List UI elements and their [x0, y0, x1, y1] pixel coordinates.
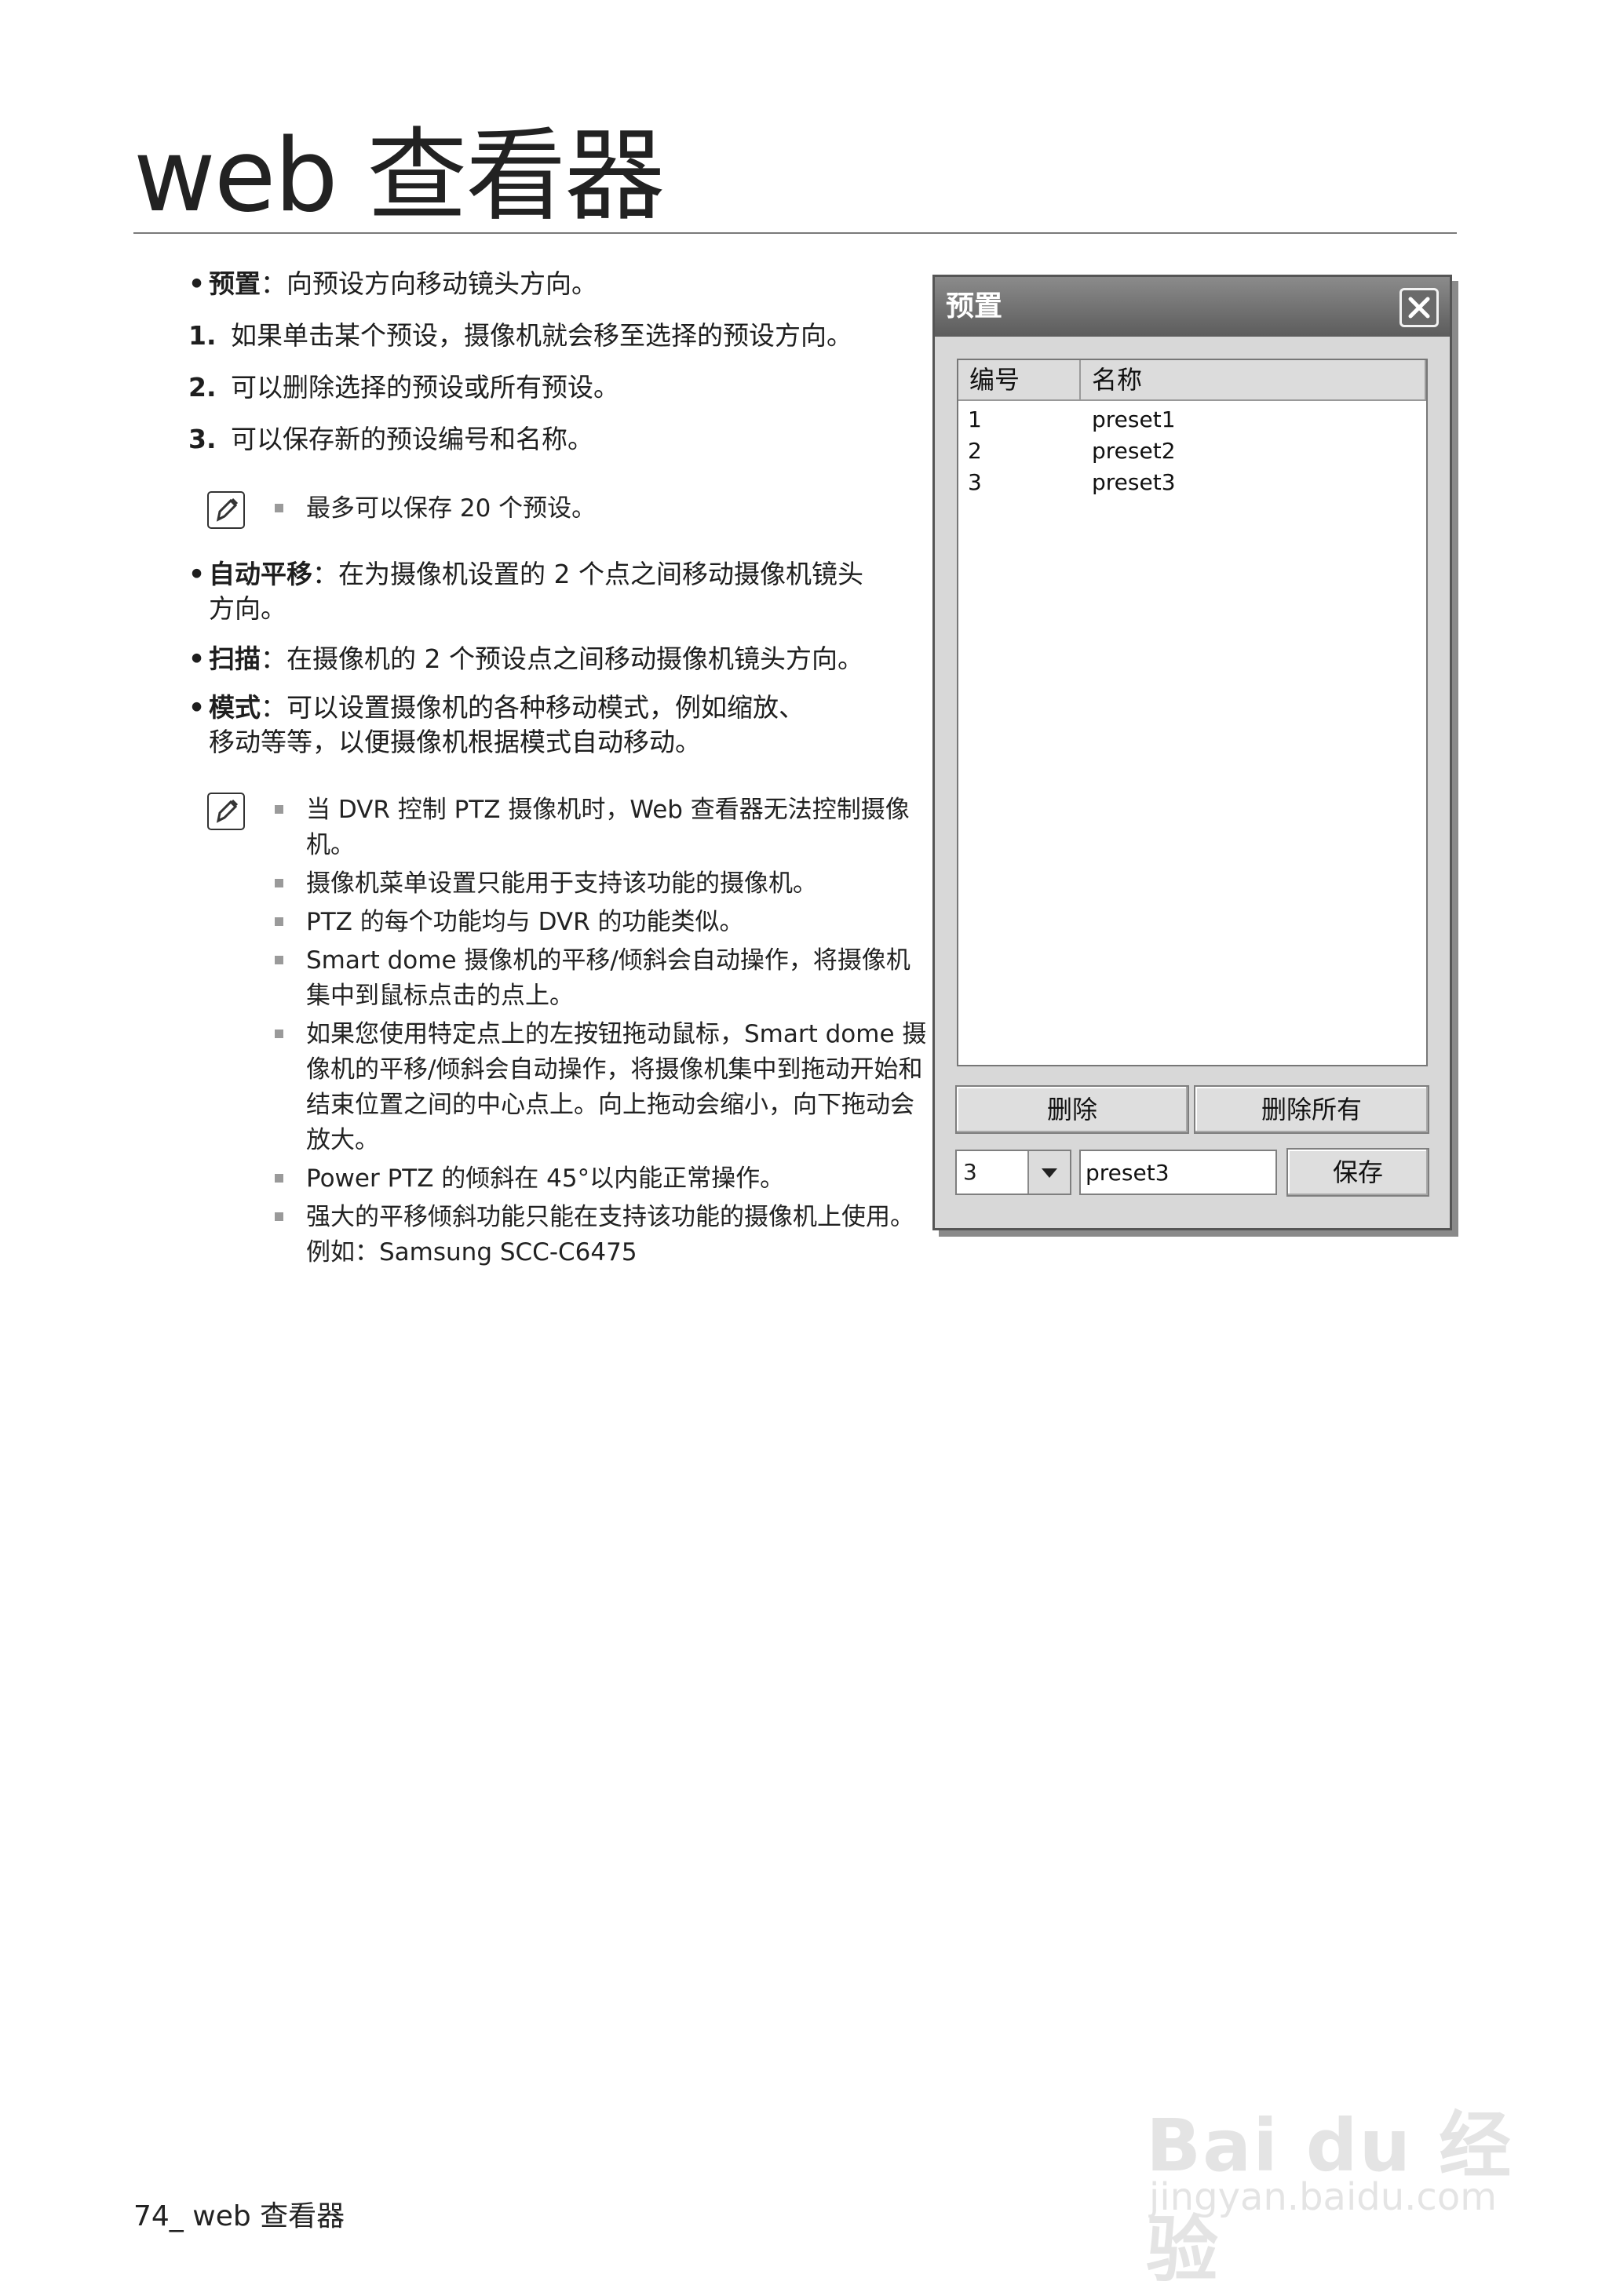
watermark-url: jingyan.baidu.com — [1149, 2175, 1497, 2219]
page-title: web 查看器 — [133, 118, 665, 235]
column-header-number[interactable]: 编号 — [958, 360, 1081, 399]
list-row[interactable]: 3 preset3 — [958, 467, 1426, 498]
note-item: Power PTZ 的倾斜在 45°以内能正常操作。 — [275, 1161, 934, 1197]
note-item: 摄像机菜单设置只能用于支持该功能的摄像机。 — [275, 866, 934, 902]
note-pencil-icon — [207, 793, 245, 830]
square-bullet-icon — [275, 805, 283, 814]
step-3: 3. 可以保存新的预设编号和名称。 — [188, 424, 593, 454]
note-item: 强大的平移倾斜功能只能在支持该功能的摄像机上使用。例如：Samsung SCC-… — [275, 1200, 934, 1270]
step-1: 1. 如果单击某个预设，摄像机就会移至选择的预设方向。 — [188, 320, 852, 351]
note-item: PTZ 的每个功能均与 DVR 的功能类似。 — [275, 905, 934, 940]
note-item: 如果您使用特定点上的左按钮拖动鼠标，Smart dome 摄像机的平移/倾斜会自… — [275, 1017, 934, 1158]
preset-bullet: • 预置：向预设方向移动镜头方向。 — [188, 267, 597, 301]
note-item: 当 DVR 控制 PTZ 摄像机时，Web 查看器无法控制摄像机。 — [275, 793, 934, 863]
scan-bullet: • 扫描：在摄像机的 2 个预设点之间移动摄像机镜头方向。 — [188, 642, 863, 676]
chevron-down-icon — [1042, 1168, 1057, 1178]
preset-name-input[interactable] — [1079, 1150, 1277, 1195]
preset-list[interactable]: 编号 名称 1 preset1 2 preset2 3 preset3 — [957, 359, 1428, 1066]
square-bullet-icon — [275, 504, 283, 512]
note-item: 最多可以保存 20 个预设。 — [275, 491, 934, 527]
bullet-icon: • — [188, 559, 206, 589]
square-bullet-icon — [275, 1212, 283, 1221]
note-item: Smart dome 摄像机的平移/倾斜会自动操作，将摄像机集中到鼠标点击的点上… — [275, 943, 934, 1014]
list-row[interactable]: 2 preset2 — [958, 436, 1426, 467]
dialog-titlebar[interactable]: 预置 — [935, 277, 1450, 337]
square-bullet-icon — [275, 1174, 283, 1183]
column-header-name[interactable]: 名称 — [1081, 360, 1426, 399]
dropdown-arrow-button[interactable] — [1027, 1151, 1070, 1194]
square-bullet-icon — [275, 1030, 283, 1038]
square-bullet-icon — [275, 879, 283, 887]
close-button[interactable] — [1399, 288, 1439, 327]
preset-term: 预置 — [209, 268, 261, 299]
bullet-icon: • — [188, 692, 206, 723]
save-button[interactable]: 保存 — [1286, 1148, 1429, 1197]
square-bullet-icon — [275, 917, 283, 926]
delete-all-button[interactable]: 删除所有 — [1194, 1085, 1429, 1134]
mode-bullet: • 模式：可以设置摄像机的各种移动模式，例如缩放、 移动等等，以便摄像机根据模式自… — [188, 692, 805, 757]
preset-desc: ：向预设方向移动镜头方向。 — [261, 268, 597, 299]
square-bullet-icon — [275, 956, 283, 964]
delete-button[interactable]: 删除 — [955, 1085, 1189, 1134]
header-divider — [133, 232, 1457, 234]
page-footer: 74_ web 查看器 — [133, 2200, 345, 2232]
preset-number-select[interactable]: 3 — [955, 1150, 1071, 1195]
step-2: 2. 可以删除选择的预设或所有预设。 — [188, 372, 619, 403]
bullet-icon: • — [188, 643, 206, 674]
bullet-icon: • — [188, 268, 206, 299]
preset-dialog: 预置 编号 名称 1 preset1 2 preset2 3 preset3 删… — [932, 275, 1452, 1230]
list-header: 编号 名称 — [958, 360, 1426, 401]
steps-list: 1. 如果单击某个预设，摄像机就会移至选择的预设方向。 2. 可以删除选择的预设或所… — [188, 319, 852, 457]
note-pencil-icon — [207, 491, 245, 529]
preset-number-value: 3 — [963, 1159, 977, 1185]
watermark: Bai du 经验 jingyan.baidu.com — [1138, 2040, 1531, 2292]
list-row[interactable]: 1 preset1 — [958, 404, 1426, 436]
close-icon — [1408, 297, 1430, 319]
auto-pan-bullet: • 自动平移：在为摄像机设置的 2 个点之间移动摄像机镜头 方向。 — [188, 559, 863, 624]
dialog-title: 预置 — [946, 290, 1003, 323]
